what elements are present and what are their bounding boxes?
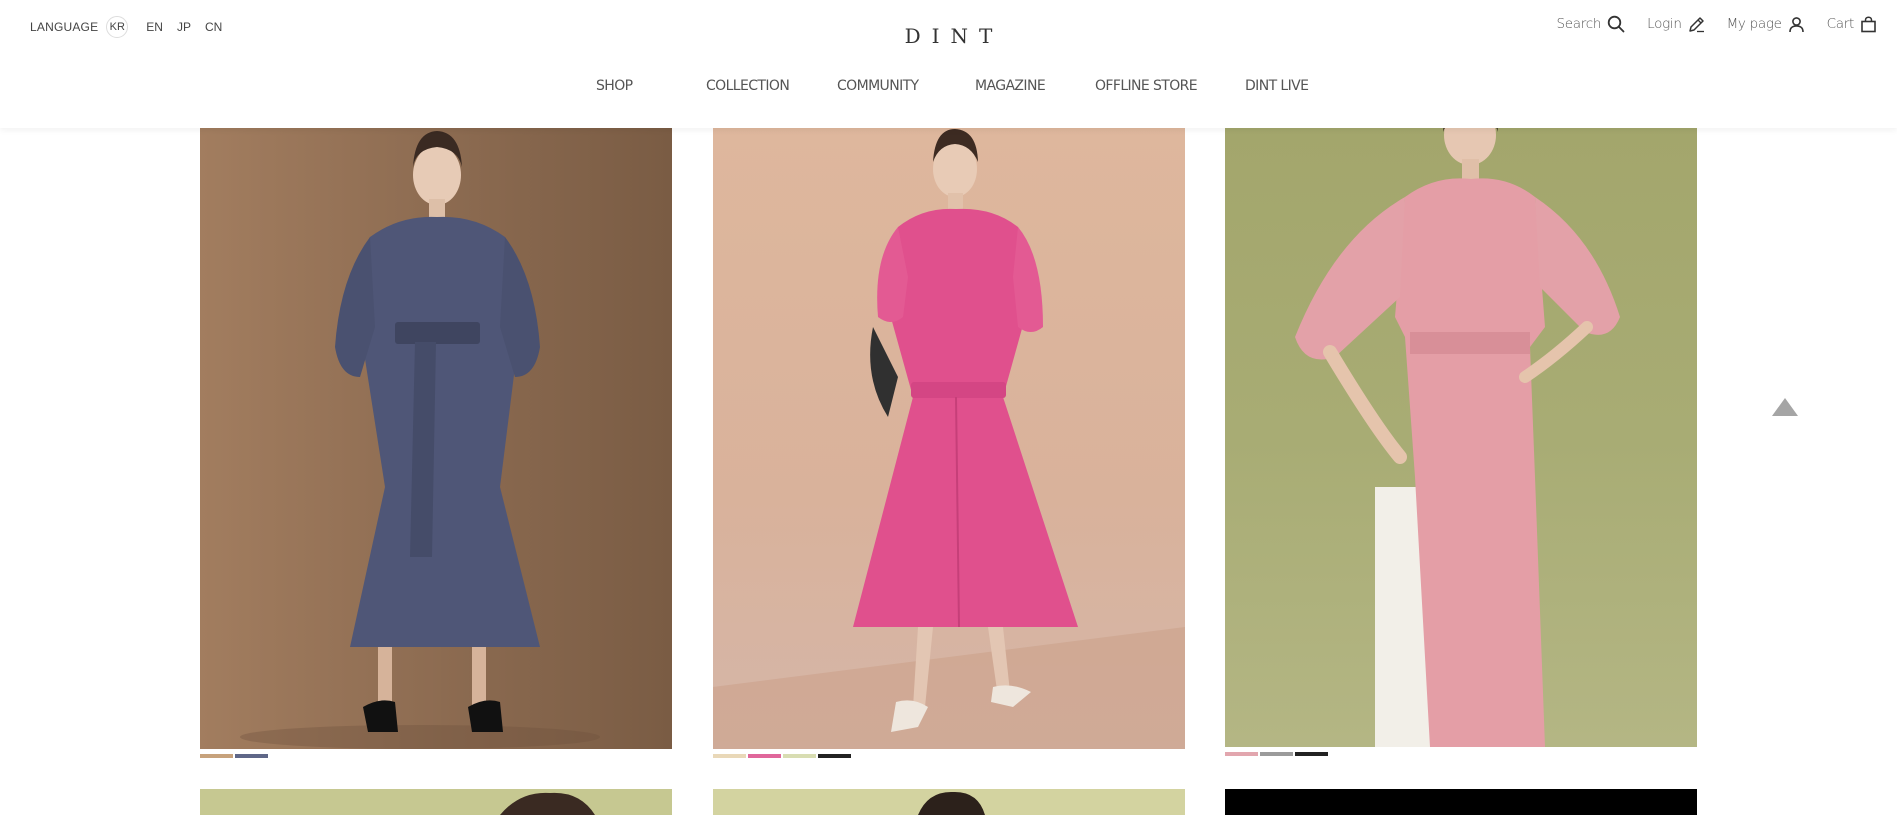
swatch[interactable] [1260,752,1293,756]
search-icon [1607,15,1625,33]
model-figure-pink-coat-dress [713,129,1185,749]
cart-label: Cart [1826,16,1855,32]
product-card[interactable] [200,127,672,758]
product-image[interactable] [1225,127,1697,747]
utility-menu: Search Login My page Cart [1535,12,1877,36]
language-option-kr[interactable]: KR [106,16,129,38]
color-swatches [200,754,672,758]
cart-button[interactable]: Cart [1826,15,1877,33]
user-icon [1788,16,1804,32]
swatch[interactable] [1295,752,1328,756]
swatch[interactable] [713,754,746,758]
product-image[interactable] [1225,789,1697,815]
swatch[interactable] [818,754,851,758]
model-figure-pink-sheath-dress [1295,127,1620,747]
product-image[interactable] [713,127,1185,749]
nav-shop[interactable]: SHOP [596,78,633,94]
language-label: LANGUAGE [30,20,99,34]
color-swatches [713,754,1185,758]
scroll-top-icon[interactable] [1772,398,1798,416]
product-image[interactable] [200,789,672,815]
swatch[interactable] [783,754,816,758]
swatch[interactable] [200,754,233,758]
search-label: Search [1556,16,1602,32]
product-card[interactable] [1225,789,1697,815]
pencil-icon [1688,16,1704,32]
main-nav: SHOP COLLECTION COMMUNITY MAGAZINE OFFLI… [0,78,1897,100]
login-button[interactable]: Login [1647,16,1704,33]
product-card[interactable] [713,789,1185,815]
language-selector: LANGUAGE KR EN JP CN [30,16,222,38]
swatch[interactable] [235,754,268,758]
swatch[interactable] [748,754,781,758]
nav-collection[interactable]: COLLECTION [706,78,790,94]
color-swatches [1225,752,1697,756]
nav-community[interactable]: COMMUNITY [837,78,919,94]
site-header: LANGUAGE KR EN JP CN DINT Search Login M… [0,0,1897,128]
model-hair-partial [500,792,595,815]
nav-magazine[interactable]: MAGAZINE [975,78,1046,94]
brand-logo[interactable]: DINT [905,24,1004,48]
product-card[interactable] [1225,127,1697,756]
product-image[interactable] [713,789,1185,815]
nav-offline-store[interactable]: OFFLINE STORE [1095,78,1198,94]
mypage-button[interactable]: My page [1727,16,1805,33]
swatch[interactable] [1225,752,1258,756]
product-image[interactable] [200,127,672,749]
product-card[interactable] [200,789,672,815]
product-card[interactable] [713,127,1185,758]
shopping-bag-icon [1861,15,1876,32]
login-label: Login [1647,16,1682,32]
language-option-jp[interactable]: JP [177,20,191,34]
model-hair-partial [918,791,985,815]
model-figure-navy-dress [240,131,600,749]
language-option-cn[interactable]: CN [205,20,222,34]
language-option-en[interactable]: EN [146,20,163,34]
nav-dint-live[interactable]: DINT LIVE [1245,78,1309,94]
mypage-label: My page [1726,16,1782,32]
search-button[interactable]: Search [1557,15,1626,33]
